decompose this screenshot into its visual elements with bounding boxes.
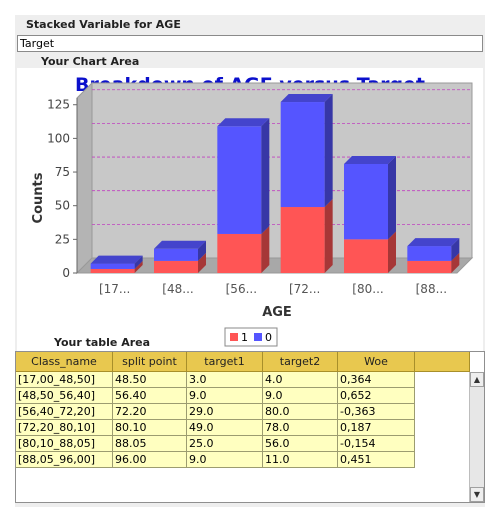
table-row[interactable]: [72,20_80,10] 80.10 49.0 78.0 0,187: [16, 420, 415, 436]
table-panel: Class_name split point target1 target2 Woe […: [15, 351, 485, 503]
table-cell[interactable]: 0,364: [338, 372, 415, 388]
table-cell[interactable]: 96.00: [113, 452, 187, 468]
table-cell[interactable]: [48,50_56,40]: [16, 388, 113, 404]
table-cell[interactable]: [80,10_88,05]: [16, 436, 113, 452]
bar-[88...-series-1: [407, 260, 452, 273]
bar-[72...-series-1: [280, 207, 325, 273]
table-cell[interactable]: 78.0: [263, 420, 338, 436]
x-tick-label: [88...: [416, 282, 447, 296]
table-cell[interactable]: 4.0: [263, 372, 338, 388]
column-header-class-name[interactable]: Class_name: [16, 352, 113, 372]
table-row[interactable]: [48,50_56,40] 56.40 9.0 9.0 0,652: [16, 388, 415, 404]
table-cell[interactable]: [72,20_80,10]: [16, 420, 113, 436]
table-cell[interactable]: [56,40_72,20]: [16, 404, 113, 420]
table-cell[interactable]: 11.0: [263, 452, 338, 468]
table-cell[interactable]: 56.0: [263, 436, 338, 452]
bar-[56...-series-0: [217, 126, 262, 234]
stacked-variable-label: Stacked Variable for AGE: [26, 18, 181, 31]
table-header: Class_name split point target1 target2 Woe: [16, 352, 470, 372]
chart-panel: Breakdown of AGE versus Target0255075100…: [17, 68, 483, 351]
table-cell[interactable]: 9.0: [263, 388, 338, 404]
column-header-target1[interactable]: target1: [187, 352, 263, 372]
table-cell[interactable]: [88,05_96,00]: [16, 452, 113, 468]
y-axis-label: Counts: [31, 172, 46, 223]
column-header-split-point[interactable]: split point: [113, 352, 187, 372]
bar-[80...-series-0: [344, 163, 388, 240]
bar-[17...-series-1: [90, 268, 135, 273]
table-cell[interactable]: -0,363: [338, 404, 415, 420]
y-tick-label: 75: [55, 165, 70, 179]
chart-area-label: Your Chart Area: [41, 55, 140, 68]
x-tick-label: [72...: [289, 282, 320, 296]
stacked-variable-field[interactable]: Target: [17, 35, 483, 52]
stacked-bar-chart: Breakdown of AGE versus Target0255075100…: [31, 74, 474, 347]
bar-[17...-series-0: [90, 263, 135, 269]
x-tick-label: [56...: [226, 282, 257, 296]
table-cell[interactable]: 29.0: [187, 404, 263, 420]
y-tick-label: 100: [47, 131, 70, 145]
table-row[interactable]: [17,00_48,50] 48.50 3.0 4.0 0,364: [16, 372, 415, 388]
table-row[interactable]: [56,40_72,20] 72.20 29.0 80.0 -0,363: [16, 404, 415, 420]
table-cell[interactable]: 0,187: [338, 420, 415, 436]
x-tick-label: [48...: [162, 282, 193, 296]
table-cell[interactable]: 9.0: [187, 452, 263, 468]
table-cell[interactable]: 0,451: [338, 452, 415, 468]
legend-label-1: 1: [241, 331, 248, 344]
table-body: [17,00_48,50] 48.50 3.0 4.0 0,364 [48,50_56,4…: [16, 372, 415, 468]
y-tick-label: 0: [62, 266, 70, 280]
x-tick-label: [17...: [99, 282, 130, 296]
arrow-up-icon[interactable]: ▲: [470, 372, 484, 387]
column-header-empty[interactable]: [415, 352, 470, 372]
bar-top: [90, 255, 143, 264]
bar-side: [261, 225, 270, 273]
bar-top: [154, 240, 206, 249]
table-cell[interactable]: 25.0: [187, 436, 263, 452]
bar-top: [217, 118, 270, 127]
x-axis-label: AGE: [262, 305, 292, 320]
column-header-target2[interactable]: target2: [263, 352, 338, 372]
bar-side: [324, 199, 333, 273]
vertical-scrollbar[interactable]: ▲ ▼: [469, 372, 484, 502]
bar-[72...-series-0: [280, 102, 325, 208]
table-cell[interactable]: 88.05: [113, 436, 187, 452]
x-tick-label: [80...: [352, 282, 383, 296]
bar-top: [280, 94, 333, 103]
y-tick-label: 25: [55, 232, 70, 246]
y-tick-label: 50: [55, 199, 70, 213]
table-cell[interactable]: 48.50: [113, 372, 187, 388]
bar-side: [324, 94, 333, 208]
legend-label-0: 0: [265, 331, 272, 344]
table-cell[interactable]: -0,154: [338, 436, 415, 452]
table-row[interactable]: [88,05_96,00] 96.00 9.0 11.0 0,451: [16, 452, 415, 468]
bar-[48...-series-0: [154, 248, 198, 261]
column-header-woe[interactable]: Woe: [338, 352, 415, 372]
table-cell[interactable]: 80.10: [113, 420, 187, 436]
table-cell[interactable]: 9.0: [187, 388, 263, 404]
table-cell[interactable]: 3.0: [187, 372, 263, 388]
bar-top: [344, 155, 396, 164]
table-cell[interactable]: 80.0: [263, 404, 338, 420]
table-cell[interactable]: 56.40: [113, 388, 187, 404]
table-cell[interactable]: [17,00_48,50]: [16, 372, 113, 388]
bar-[88...-series-0: [407, 246, 452, 261]
bar-[56...-series-1: [217, 233, 262, 273]
table-row[interactable]: [80,10_88,05] 88.05 25.0 56.0 -0,154: [16, 436, 415, 452]
bar-[80...-series-1: [344, 239, 388, 273]
legend-swatch-1: [230, 333, 238, 341]
bar-side: [388, 155, 396, 240]
app-window: Stacked Variable for AGE Target Your Cha…: [15, 15, 485, 507]
table-cell[interactable]: 0,652: [338, 388, 415, 404]
table-cell[interactable]: 72.20: [113, 404, 187, 420]
table-area-label: Your table Area: [54, 336, 151, 349]
table-cell[interactable]: 49.0: [187, 420, 263, 436]
bar-top: [407, 238, 460, 247]
bar-[48...-series-1: [154, 260, 198, 273]
plot-side-wall: [76, 81, 93, 275]
legend-swatch-0: [254, 333, 262, 341]
arrow-down-icon[interactable]: ▼: [470, 487, 484, 502]
y-tick-label: 125: [47, 98, 70, 112]
bar-side: [261, 118, 270, 234]
